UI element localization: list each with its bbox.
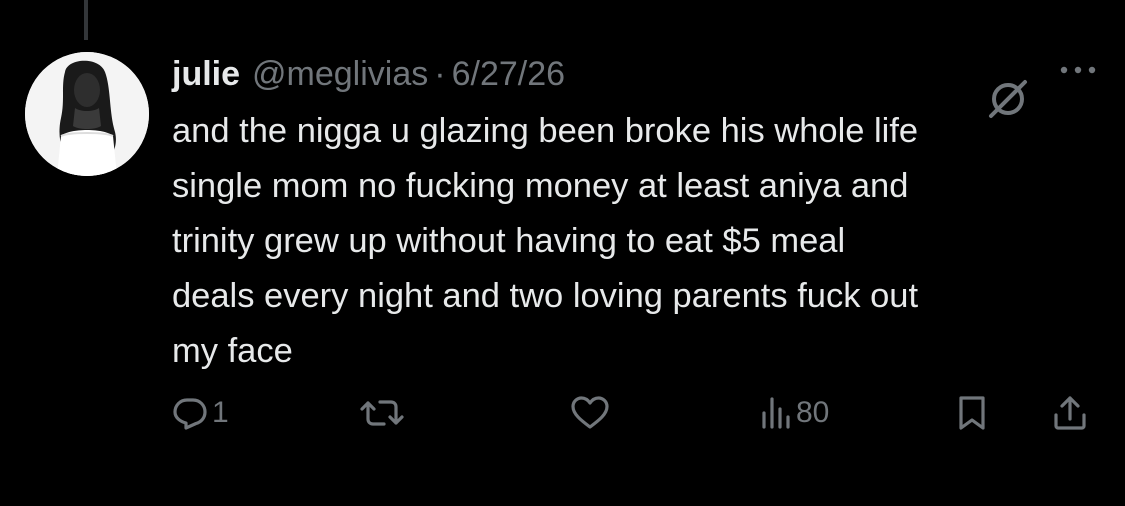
more-icon[interactable] bbox=[1055, 60, 1101, 80]
user-handle[interactable]: @meglivias bbox=[252, 50, 428, 98]
like-icon bbox=[571, 396, 609, 429]
reply-button[interactable]: 1 bbox=[172, 388, 229, 438]
reply-count: 1 bbox=[212, 396, 229, 429]
thread-connector-line bbox=[84, 0, 88, 40]
views-count: 80 bbox=[796, 396, 830, 429]
tweet-date[interactable]: 6/27/26 bbox=[452, 50, 565, 98]
share-icon bbox=[1054, 396, 1086, 430]
avatar[interactable] bbox=[25, 52, 149, 176]
tweet-actions: 1 80 bbox=[172, 388, 1102, 438]
retweet-icon bbox=[360, 400, 404, 426]
tweet-text: and the nigga u glazing been broke his w… bbox=[172, 112, 919, 370]
bookmark-icon bbox=[959, 396, 985, 430]
tweet-header: julie @meglivias · 6/27/26 bbox=[172, 50, 1102, 98]
display-name[interactable]: julie bbox=[172, 50, 240, 98]
bookmark-button[interactable] bbox=[956, 388, 988, 438]
avatar-image bbox=[25, 52, 149, 176]
views-icon bbox=[762, 397, 790, 429]
like-button[interactable] bbox=[570, 388, 614, 438]
views-button[interactable]: 80 bbox=[760, 388, 829, 438]
header-separator: · bbox=[434, 55, 446, 93]
retweet-button[interactable] bbox=[360, 388, 408, 438]
reply-icon bbox=[173, 398, 207, 430]
grok-icon[interactable] bbox=[985, 76, 1031, 122]
share-button[interactable] bbox=[1052, 388, 1088, 438]
tweet-content: julie @meglivias · 6/27/26 and the nigga… bbox=[172, 50, 1102, 379]
